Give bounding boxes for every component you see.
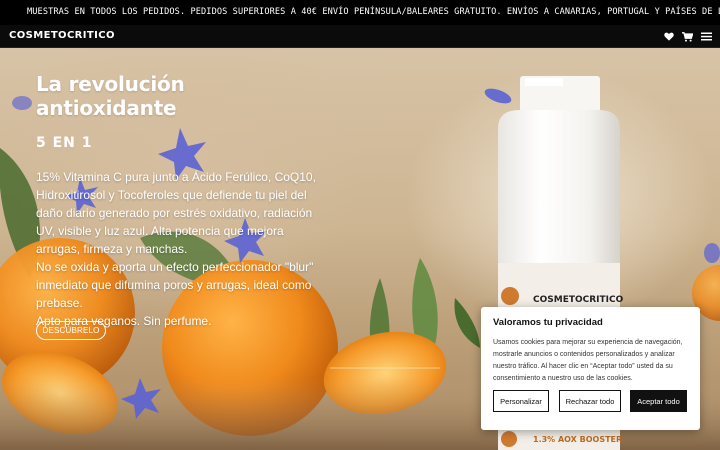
site-logo[interactable]: COSMETOCRITICO	[9, 30, 115, 41]
menu-icon[interactable]	[701, 29, 712, 44]
hero-paragraph: No se oxida y aporta un efecto perfeccio…	[36, 260, 314, 310]
hero-subtitle: 5 EN 1	[36, 135, 93, 151]
accept-all-button[interactable]: Aceptar todo	[630, 390, 687, 412]
bottle-product-name: 1.3% AOX BOOSTER	[533, 435, 622, 444]
customize-cookies-button[interactable]: Personalizar	[493, 390, 549, 412]
heart-icon[interactable]	[663, 29, 674, 44]
cart-icon[interactable]	[682, 29, 693, 44]
hero-paragraph: 15% Vitamina C pura junto a Ácido Ferúli…	[36, 170, 316, 256]
header-icons	[663, 29, 712, 44]
announcement-bar: MUESTRAS EN TODOS LOS PEDIDOS. PEDIDOS S…	[0, 0, 720, 25]
reject-all-button[interactable]: Rechazar todo	[559, 390, 621, 412]
bottle-brand: COSMETOCRITICO	[533, 295, 624, 305]
hero-description: 15% Vitamina C pura junto a Ácido Ferúli…	[36, 168, 316, 330]
announcement-text: MUESTRAS EN TODOS LOS PEDIDOS. PEDIDOS S…	[27, 7, 720, 17]
hero-title: La revolución antioxidante	[36, 72, 185, 120]
cookie-consent-dialog: Valoramos tu privacidad Usamos cookies p…	[481, 307, 700, 430]
discover-button[interactable]: DESCÚBRELO	[36, 321, 106, 340]
cookie-title: Valoramos tu privacidad	[493, 317, 603, 328]
cookie-description: Usamos cookies para mejorar su experienc…	[493, 339, 683, 382]
hero-copy: La revolución antioxidante 5 EN 1 15% Vi…	[36, 72, 316, 330]
site-header: COSMETOCRITICO	[0, 25, 720, 48]
